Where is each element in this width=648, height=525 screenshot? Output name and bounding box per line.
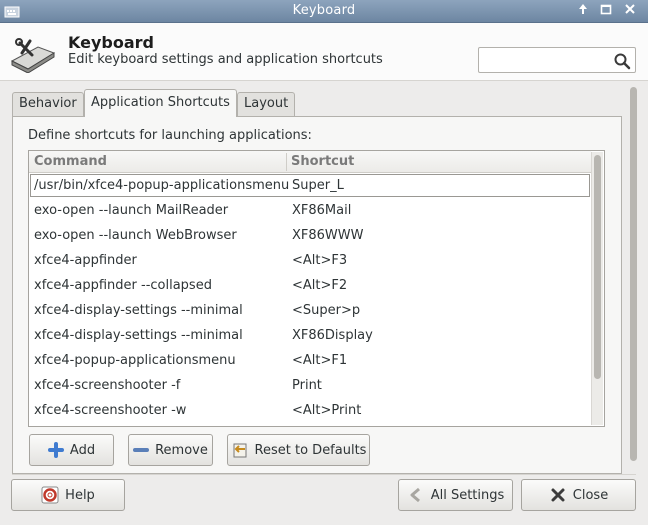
keyboard-settings-window: Keyboard Keyboard Edit keyboard settings… [0, 0, 648, 525]
command-cell: xfce4-display-settings --minimal [34, 303, 243, 318]
command-cell: xfce4-screenshooter -f [34, 378, 181, 393]
shortcut-cell: <Alt>F3 [292, 253, 348, 268]
table-row[interactable]: xfce4-screenshooter -f Print [29, 373, 591, 398]
reset-button-label: Reset to Defaults [254, 442, 367, 458]
column-header-shortcut[interactable]: Shortcut [291, 154, 354, 169]
help-button-label: Help [65, 487, 95, 503]
window-scrollbar[interactable] [627, 85, 639, 473]
table-row[interactable]: xfce4-popup-applicationsmenu <Alt>F1 [29, 348, 591, 373]
search-icon[interactable] [613, 52, 631, 70]
table-row[interactable]: xfce4-appfinder --collapsed <Alt>F2 [29, 273, 591, 298]
dialog-subtitle: Edit keyboard settings and application s… [68, 52, 383, 67]
application-shortcuts-panel: Define shortcuts for launching applicati… [12, 116, 622, 474]
table-row[interactable]: /usr/bin/xfce4-popup-applicationsmenu Su… [29, 173, 591, 198]
back-arrow-icon [410, 487, 420, 503]
minus-icon [133, 448, 150, 452]
command-cell: /usr/bin/xfce4-popup-applicationsmenu [34, 178, 290, 193]
column-header-command[interactable]: Command [34, 154, 107, 169]
shortcut-cell: Print [292, 378, 322, 393]
remove-button[interactable]: Remove [128, 434, 213, 466]
help-button[interactable]: Help [11, 479, 125, 511]
maximize-icon[interactable] [597, 3, 615, 20]
window-scrollbar-thumb[interactable] [630, 87, 637, 461]
all-settings-button[interactable]: All Settings [398, 479, 513, 511]
shortcut-cell: <Alt>F1 [292, 353, 348, 368]
table-row[interactable]: xfce4-screenshooter -w <Alt>Print [29, 398, 591, 423]
dialog-header: Keyboard Edit keyboard settings and appl… [0, 23, 648, 81]
shortcut-cell: <Alt>Print [292, 403, 362, 418]
shortcuts-list[interactable]: Command Shortcut /usr/bin/xfce4-popup-ap… [28, 150, 605, 427]
table-row[interactable]: xfce4-appfinder <Alt>F3 [29, 248, 591, 273]
shortcut-cell: XF86WWW [292, 228, 364, 243]
shortcut-cell: <Super>p [292, 303, 361, 318]
dialog-title: Keyboard [68, 33, 154, 52]
remove-button-label: Remove [155, 442, 208, 458]
shortcut-cell: Super_L [292, 178, 344, 193]
table-row[interactable]: exo-open --launch WebBrowser XF86WWW [29, 223, 591, 248]
footer-divider [12, 474, 636, 475]
close-icon [551, 488, 565, 502]
search-input[interactable] [483, 49, 613, 71]
help-icon [41, 486, 59, 504]
keyboard-tools-icon [10, 38, 56, 73]
command-cell: xfce4-appfinder --collapsed [34, 278, 212, 293]
window-title: Keyboard [292, 3, 356, 18]
shortcut-cell: <Alt>F2 [292, 278, 348, 293]
list-scrollbar[interactable] [591, 152, 603, 425]
tab-layout[interactable]: Layout [237, 92, 296, 116]
close-button[interactable]: Close [521, 479, 636, 511]
plus-icon [47, 442, 64, 458]
all-settings-button-label: All Settings [430, 487, 505, 503]
add-button-label: Add [69, 442, 96, 458]
shortcut-rows: /usr/bin/xfce4-popup-applicationsmenu Su… [29, 173, 591, 423]
add-button[interactable]: Add [29, 434, 114, 466]
command-cell: xfce4-appfinder [34, 253, 137, 268]
command-cell: xfce4-display-settings --minimal [34, 328, 243, 343]
search-box[interactable] [478, 47, 636, 73]
shortcut-cell: XF86Mail [292, 203, 352, 218]
command-cell: xfce4-popup-applicationsmenu [34, 353, 236, 368]
shade-icon[interactable] [574, 3, 592, 20]
table-row[interactable]: xfce4-display-settings --minimal XF86Dis… [29, 323, 591, 348]
table-row[interactable]: xfce4-display-settings --minimal <Super>… [29, 298, 591, 323]
table-row[interactable]: exo-open --launch MailReader XF86Mail [29, 198, 591, 223]
close-button-label: Close [572, 487, 609, 503]
list-header: Command Shortcut [29, 151, 591, 173]
define-shortcuts-label: Define shortcuts for launching applicati… [28, 128, 312, 143]
close-window-icon[interactable] [621, 3, 639, 20]
command-cell: xfce4-screenshooter -w [34, 403, 187, 418]
shortcut-cell: XF86Display [292, 328, 373, 343]
reset-to-defaults-button[interactable]: Reset to Defaults [227, 434, 370, 466]
titlebar: Keyboard [0, 0, 648, 23]
command-cell: exo-open --launch WebBrowser [34, 228, 237, 243]
command-cell: exo-open --launch MailReader [34, 203, 229, 218]
column-separator[interactable] [286, 153, 287, 171]
tab-behavior[interactable]: Behavior [12, 92, 84, 116]
tab-application-shortcuts[interactable]: Application Shortcuts [84, 89, 237, 117]
revert-icon [233, 443, 247, 458]
list-scrollbar-thumb[interactable] [594, 155, 601, 379]
